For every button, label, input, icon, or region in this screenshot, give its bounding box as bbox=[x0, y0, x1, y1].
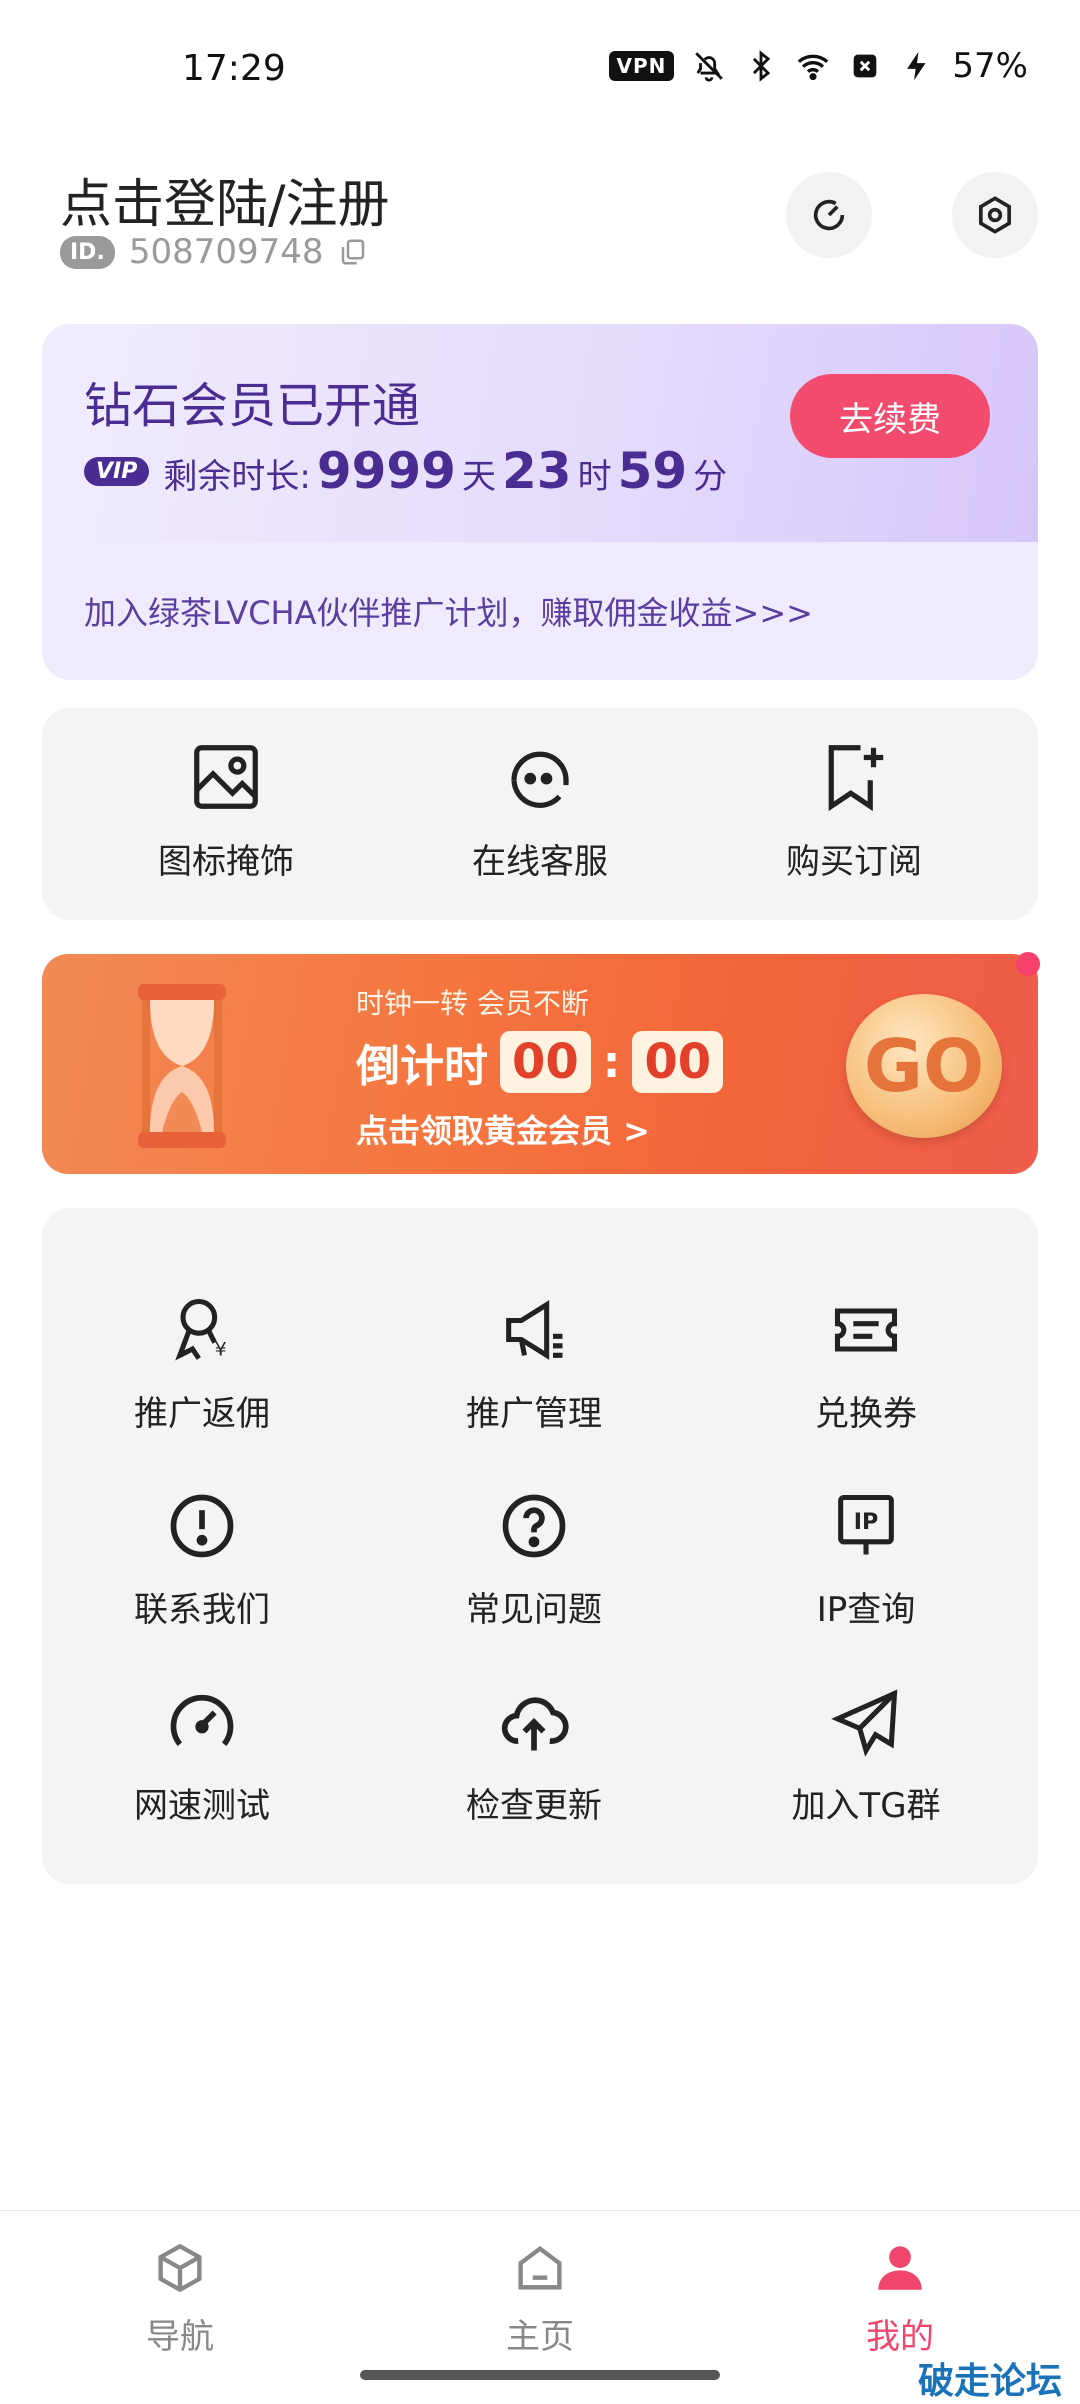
ip-sign-text: IP bbox=[854, 1509, 878, 1535]
remaining-days: 9999 bbox=[316, 442, 456, 500]
vip-tag: VIP bbox=[84, 456, 150, 486]
cloud-upload-icon bbox=[501, 1697, 569, 1751]
grid-item-label: 兑换券 bbox=[815, 1394, 917, 1434]
megaphone-icon bbox=[506, 1300, 563, 1360]
days-unit: 天 bbox=[461, 457, 496, 497]
grid-item-check-update[interactable]: 检查更新 bbox=[384, 1684, 684, 1827]
countdown-label: 倒计时 bbox=[356, 1041, 488, 1092]
wifi-icon bbox=[798, 54, 829, 81]
affiliate-promo-link[interactable]: 加入绿茶LVCHA伙伴推广计划，赚取佣金收益>>> bbox=[84, 588, 813, 634]
quick-action-label: 图标掩饰 bbox=[158, 842, 294, 882]
bluetooth-icon bbox=[753, 50, 771, 82]
nav-item-me[interactable]: 我的 bbox=[770, 2239, 1030, 2358]
banner-slogan: 时钟一转 会员不断 bbox=[356, 987, 589, 1020]
cube-icon bbox=[158, 2243, 202, 2293]
grid-item-label: 联系我们 bbox=[134, 1590, 270, 1630]
svg-text:¥: ¥ bbox=[215, 1338, 227, 1360]
alert-circle-icon bbox=[170, 1494, 234, 1558]
watermark-logo: 破走论坛 bbox=[917, 2361, 1062, 2402]
minutes-unit: 分 bbox=[693, 457, 728, 497]
grid-item-voucher[interactable]: 兑换券 bbox=[716, 1292, 1016, 1435]
grid-item-label: 检查更新 bbox=[466, 1786, 602, 1826]
award-icon: ¥ bbox=[175, 1298, 227, 1361]
grid-item-faq[interactable]: 常见问题 bbox=[384, 1488, 684, 1631]
copy-icon[interactable] bbox=[338, 237, 368, 267]
speedometer-icon bbox=[170, 1694, 234, 1746]
banner-countdown: 倒计时 00 : 00 bbox=[356, 1030, 724, 1094]
image-icon bbox=[194, 745, 258, 809]
countdown-minutes: 00 bbox=[500, 1031, 591, 1093]
vip-status-title: 钻石会员已开通 bbox=[84, 378, 421, 434]
grid-item-label: 推广管理 bbox=[466, 1394, 602, 1434]
grid-item-referral-management[interactable]: 推广管理 bbox=[384, 1292, 684, 1435]
id-badge: ID. bbox=[60, 235, 115, 269]
nav-label: 主页 bbox=[506, 2317, 574, 2357]
nav-label: 导航 bbox=[146, 2317, 214, 2357]
countdown-seconds: 00 bbox=[632, 1031, 724, 1093]
charging-icon bbox=[907, 51, 926, 81]
bell-off-icon bbox=[695, 52, 724, 82]
grid-item-label: 推广返佣 bbox=[134, 1394, 270, 1434]
grid-item-referral-commission[interactable]: ¥ 推广返佣 bbox=[52, 1292, 352, 1435]
vip-remaining-time: VIP 剩余时长: 9999 天 23 时 59 分 bbox=[84, 442, 727, 500]
ip-sign-icon: IP bbox=[838, 1494, 894, 1555]
vip-card-top: 钻石会员已开通 VIP 剩余时长: 9999 天 23 时 59 分 去续费 bbox=[42, 324, 1038, 542]
remaining-hours: 23 bbox=[501, 442, 572, 500]
grid-item-contact-us[interactable]: 联系我们 bbox=[52, 1488, 352, 1631]
nav-item-home[interactable]: 主页 bbox=[410, 2239, 670, 2358]
status-time: 17:29 bbox=[182, 48, 286, 89]
vip-card: 钻石会员已开通 VIP 剩余时长: 9999 天 23 时 59 分 去续费 加… bbox=[42, 324, 1038, 680]
grid-item-label: IP查询 bbox=[816, 1590, 916, 1630]
hours-unit: 时 bbox=[577, 457, 612, 497]
gold-member-banner[interactable]: 时钟一转 会员不断 倒计时 00 : 00 点击领取黄金会员 > GO bbox=[42, 954, 1038, 1174]
feature-grid-card: ¥ 推广返佣 推广管理 兑换券 联系我们 常见问题 IP IP查询 网速测试 检… bbox=[42, 1208, 1038, 1884]
telegram-icon bbox=[831, 1689, 898, 1757]
ticket-icon bbox=[834, 1308, 898, 1352]
claim-gold-member-link[interactable]: 点击领取黄金会员 > bbox=[356, 1106, 650, 1152]
grid-item-label: 网速测试 bbox=[134, 1786, 270, 1826]
gauge-icon bbox=[813, 199, 845, 231]
quick-action-support[interactable]: 在线客服 bbox=[390, 738, 690, 883]
remaining-minutes: 59 bbox=[617, 442, 688, 500]
notification-dot bbox=[1016, 952, 1040, 976]
countdown-separator: : bbox=[602, 1036, 621, 1088]
user-icon bbox=[878, 2246, 922, 2290]
grid-item-join-telegram[interactable]: 加入TG群 bbox=[716, 1684, 1016, 1827]
settings-button[interactable] bbox=[952, 172, 1038, 258]
no-sim-icon bbox=[854, 54, 877, 78]
nav-label: 我的 bbox=[866, 2317, 934, 2357]
quick-action-label: 购买订阅 bbox=[786, 842, 922, 882]
bookmark-add-icon bbox=[828, 745, 884, 812]
quick-action-subscribe[interactable]: 购买订阅 bbox=[704, 738, 1004, 883]
grid-item-ip-lookup[interactable]: IP IP查询 bbox=[716, 1488, 1016, 1631]
settings-icon bbox=[979, 196, 1011, 234]
go-button[interactable]: GO bbox=[846, 994, 1002, 1138]
quick-actions-card: 图标掩饰 在线客服 购买订阅 bbox=[42, 708, 1038, 920]
grid-item-label: 常见问题 bbox=[466, 1590, 602, 1630]
home-indicator[interactable] bbox=[360, 2370, 720, 2380]
status-icons: VPN 57% bbox=[608, 46, 1028, 86]
quick-action-icon-disguise[interactable]: 图标掩饰 bbox=[76, 738, 376, 883]
quick-action-label: 在线客服 bbox=[472, 842, 608, 882]
grid-item-speed-test[interactable]: 网速测试 bbox=[52, 1684, 352, 1827]
user-id-value: 508709748 bbox=[128, 232, 324, 272]
nav-item-navigation[interactable]: 导航 bbox=[50, 2239, 310, 2358]
battery-level: 57% bbox=[952, 46, 1028, 86]
speed-button[interactable] bbox=[786, 172, 872, 258]
hourglass-icon bbox=[138, 984, 226, 1148]
renew-button[interactable]: 去续费 bbox=[790, 374, 990, 458]
headset-icon bbox=[511, 751, 569, 808]
vpn-badge: VPN bbox=[608, 51, 675, 81]
help-circle-icon bbox=[502, 1494, 566, 1558]
remaining-label: 剩余时长: bbox=[163, 457, 311, 497]
user-id-row: ID. 508709748 bbox=[60, 232, 368, 272]
grid-item-label: 加入TG群 bbox=[791, 1786, 941, 1826]
home-icon bbox=[518, 2245, 562, 2290]
login-register-link[interactable]: 点击登陆/注册 bbox=[60, 162, 390, 237]
